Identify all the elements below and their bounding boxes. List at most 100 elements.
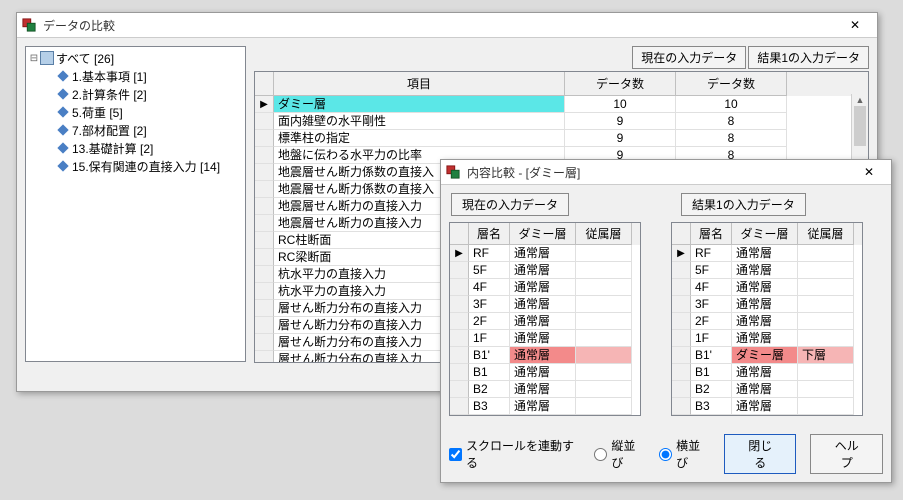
cell-name: 標準柱の指定 [274,130,565,147]
table-row[interactable]: 面内雑壁の水平剛性98 [255,113,868,130]
tree-root-label: すべて [26] [56,50,114,67]
cell-dummy: 通常層 [510,313,576,330]
table-row[interactable]: 1F通常層 [450,330,640,347]
diamond-icon [56,159,70,173]
row-marker [450,330,469,347]
cell-sub [798,330,854,347]
scroll-thumb[interactable] [854,106,866,146]
right-grid[interactable]: 層名 ダミー層 従属層 ▶RF通常層5F通常層4F通常層3F通常層2F通常層1F… [671,222,863,416]
cell-floor: 4F [469,279,510,296]
cell-dummy: 通常層 [510,347,576,364]
cell-floor: 3F [691,296,732,313]
table-row[interactable]: 3F通常層 [450,296,640,313]
cell-sub [798,279,854,296]
tree-item-label: 2.計算条件 [2] [72,86,147,103]
col-dummy: ダミー層 [732,223,798,245]
table-row[interactable]: ▶RF通常層 [450,245,640,262]
col-data1: データ数 [565,72,676,96]
row-marker [672,279,691,296]
table-row[interactable]: 2F通常層 [672,313,862,330]
table-row[interactable]: ▶RF通常層 [672,245,862,262]
row-marker [255,130,274,147]
row-marker [450,398,469,415]
cell-floor: B3 [691,398,732,415]
table-row[interactable]: 3F通常層 [672,296,862,313]
cell-sub [576,364,632,381]
tree-item[interactable]: 7.部材配置 [2] [28,121,243,139]
table-row[interactable]: B1通常層 [672,364,862,381]
row-marker [450,296,469,313]
close-icon[interactable]: ✕ [837,15,873,35]
table-row[interactable]: 1F通常層 [672,330,862,347]
tree-item[interactable]: 2.計算条件 [2] [28,85,243,103]
cell-sub [576,381,632,398]
horizontal-input[interactable] [659,448,672,461]
tree-root[interactable]: ⊟ すべて [26] [28,49,243,67]
cell-a: 9 [565,130,676,147]
row-marker [255,266,274,283]
cell-floor: RF [469,245,510,262]
app-icon [445,164,461,180]
table-row[interactable]: 標準柱の指定98 [255,130,868,147]
row-marker [255,317,274,334]
scroll-sync-input[interactable] [449,448,462,461]
cell-dummy: 通常層 [732,262,798,279]
table-row[interactable]: B1'ダミー層下層 [672,347,862,364]
tree-item-label: 1.基本事項 [1] [72,68,147,85]
tree-item[interactable]: 13.基礎計算 [2] [28,139,243,157]
table-row[interactable]: 4F通常層 [450,279,640,296]
table-row[interactable]: 5F通常層 [450,262,640,279]
row-marker [255,300,274,317]
tree-item[interactable]: 5.荷重 [5] [28,103,243,121]
cell-sub [798,398,854,415]
horizontal-radio[interactable]: 横並び [659,437,710,471]
close-icon[interactable]: ✕ [851,162,887,182]
window-title: データの比較 [43,17,837,34]
tree-view[interactable]: ⊟ すべて [26] 1.基本事項 [1]2.計算条件 [2]5.荷重 [5]7… [25,46,246,362]
row-marker [672,330,691,347]
cell-a: 9 [565,113,676,130]
titlebar[interactable]: 内容比較 - [ダミー層] ✕ [441,160,891,185]
table-row[interactable]: 5F通常層 [672,262,862,279]
table-row[interactable]: B1'通常層 [450,347,640,364]
result1-data-button[interactable]: 結果1の入力データ [748,46,869,69]
cell-dummy: 通常層 [732,364,798,381]
tree-item[interactable]: 15.保有関連の直接入力 [14] [28,157,243,175]
left-grid[interactable]: 層名 ダミー層 従属層 ▶RF通常層5F通常層4F通常層3F通常層2F通常層1F… [449,222,641,416]
cell-floor: 2F [469,313,510,330]
table-row[interactable]: 4F通常層 [672,279,862,296]
cell-dummy: 通常層 [510,262,576,279]
cell-sub [798,245,854,262]
tree-item-label: 13.基礎計算 [2] [72,140,153,157]
scroll-up-icon[interactable]: ▲ [852,94,868,106]
cell-sub [576,262,632,279]
table-row[interactable]: 2F通常層 [450,313,640,330]
vertical-input[interactable] [594,448,607,461]
current-data-button[interactable]: 現在の入力データ [632,46,746,69]
cell-dummy: 通常層 [732,381,798,398]
table-row[interactable]: ▶ダミー層1010 [255,96,868,113]
row-marker [255,181,274,198]
tree-item-label: 15.保有関連の直接入力 [14] [72,158,220,175]
window-title: 内容比較 - [ダミー層] [467,164,851,181]
cell-dummy: 通常層 [510,398,576,415]
scroll-sync-checkbox[interactable]: スクロールを連動する [449,437,580,471]
table-row[interactable]: B2通常層 [672,381,862,398]
diamond-icon [56,123,70,137]
vertical-radio[interactable]: 縦並び [594,437,645,471]
cell-name: 面内雑壁の水平剛性 [274,113,565,130]
table-row[interactable]: B1通常層 [450,364,640,381]
row-marker [672,381,691,398]
help-button[interactable]: ヘルプ [810,434,883,474]
row-marker [255,215,274,232]
col-dummy: ダミー層 [510,223,576,245]
tree-item[interactable]: 1.基本事項 [1] [28,67,243,85]
close-button[interactable]: 閉じる [724,434,797,474]
titlebar[interactable]: データの比較 ✕ [17,13,877,38]
table-row[interactable]: B3通常層 [672,398,862,415]
cell-sub [798,381,854,398]
row-marker [672,262,691,279]
table-row[interactable]: B2通常層 [450,381,640,398]
collapse-icon[interactable]: ⊟ [28,53,40,64]
table-row[interactable]: B3通常層 [450,398,640,415]
